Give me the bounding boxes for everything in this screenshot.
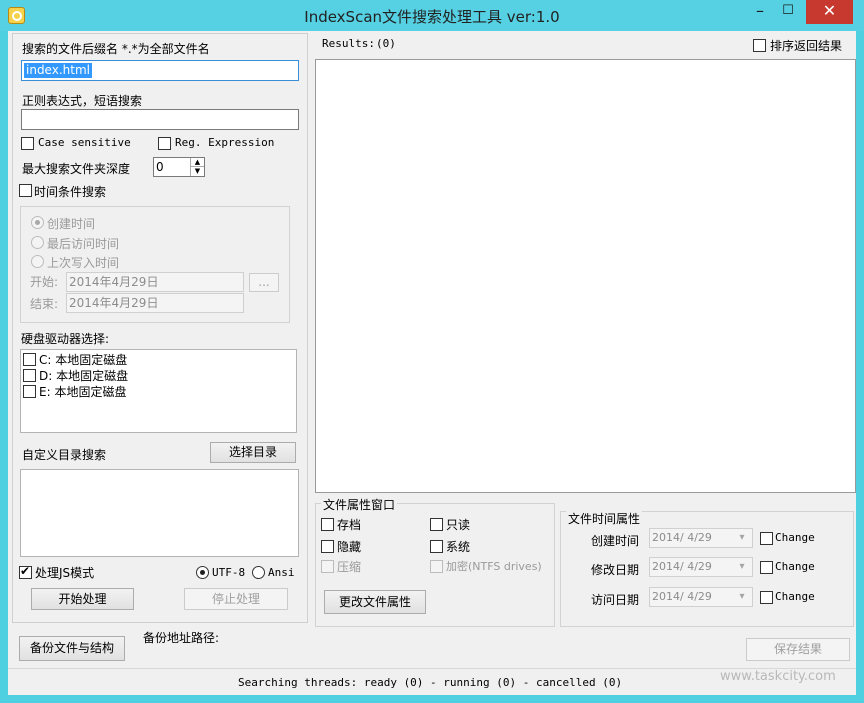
modified-change-label: Change bbox=[775, 560, 815, 573]
close-button[interactable]: ✕ bbox=[806, 0, 853, 24]
end-label: 结束: bbox=[30, 297, 59, 311]
choose-dir-button[interactable]: 选择目录 bbox=[210, 442, 296, 463]
drives-list: C: 本地固定磁盘 D: 本地固定磁盘 E: 本地固定磁盘 bbox=[20, 349, 297, 433]
results-label: Results: bbox=[322, 37, 375, 50]
start-date-picker[interactable]: 2014年4月29日 bbox=[66, 272, 244, 292]
ansi-radio[interactable] bbox=[252, 566, 265, 579]
regex-input[interactable] bbox=[21, 109, 299, 130]
app-window: IndexScan文件搜索处理工具 ver:1.0 – ☐ ✕ 搜索的文件后缀名… bbox=[0, 0, 864, 703]
stepper-down-icon[interactable]: ▼ bbox=[190, 167, 204, 176]
backup-button[interactable]: 备份文件与结构 bbox=[19, 636, 125, 661]
encrypted-checkbox[interactable] bbox=[430, 560, 443, 573]
drive-e-label: E: 本地固定磁盘 bbox=[39, 385, 127, 399]
sort-results-label: 排序返回结果 bbox=[770, 39, 843, 53]
drives-label: 硬盘驱动器选择: bbox=[21, 332, 110, 346]
readonly-label: 只读 bbox=[446, 518, 471, 532]
stepper-up-icon[interactable]: ▲ bbox=[190, 158, 204, 167]
time-option-label: 创建时间 bbox=[47, 217, 96, 231]
compressed-label: 压缩 bbox=[337, 560, 362, 574]
accessed-date-value: 2014/ 4/29 bbox=[652, 590, 712, 603]
modified-change-checkbox[interactable] bbox=[760, 561, 773, 574]
accessed-time-label: 访问日期 bbox=[591, 593, 640, 607]
time-radio-created[interactable] bbox=[31, 216, 44, 229]
suffix-value: index.html bbox=[24, 63, 92, 78]
archive-label: 存档 bbox=[337, 518, 362, 532]
suffix-input[interactable]: index.html bbox=[21, 60, 299, 81]
regex-label: 正则表达式，短语搜索 bbox=[22, 94, 143, 108]
accessed-change-checkbox[interactable] bbox=[760, 591, 773, 604]
modified-date-picker[interactable]: 2014/ 4/29 ▾ bbox=[649, 557, 753, 577]
start-button[interactable]: 开始处理 bbox=[31, 588, 134, 610]
reg-expression-label: Reg. Expression bbox=[175, 136, 275, 149]
reg-expression-checkbox[interactable] bbox=[158, 137, 171, 150]
readonly-checkbox[interactable] bbox=[430, 518, 443, 531]
drive-c-label: C: 本地固定磁盘 bbox=[39, 353, 128, 367]
created-change-checkbox[interactable] bbox=[760, 532, 773, 545]
watermark-text: www.taskcity.com bbox=[720, 669, 836, 684]
time-radio-accessed[interactable] bbox=[31, 236, 44, 249]
accessed-date-picker[interactable]: 2014/ 4/29 ▾ bbox=[649, 587, 753, 607]
compressed-checkbox[interactable] bbox=[321, 560, 334, 573]
js-mode-checkbox[interactable]: ✔ bbox=[19, 564, 32, 579]
case-sensitive-checkbox[interactable] bbox=[21, 137, 34, 150]
calendar-dropdown-icon: ▾ bbox=[739, 532, 745, 543]
backup-path-label: 备份地址路径: bbox=[143, 631, 220, 645]
start-label: 开始: bbox=[30, 275, 59, 289]
file-attributes-title: 文件属性窗口 bbox=[321, 496, 398, 513]
calendar-dropdown-icon: ▾ bbox=[739, 591, 745, 602]
change-attributes-button[interactable]: 更改文件属性 bbox=[324, 590, 426, 614]
system-label: 系统 bbox=[446, 540, 471, 554]
system-checkbox[interactable] bbox=[430, 540, 443, 553]
depth-stepper[interactable]: 0 ▲ ▼ bbox=[153, 157, 205, 177]
custom-dir-list[interactable] bbox=[20, 469, 299, 557]
date-ellipsis-button[interactable]: ... bbox=[249, 273, 279, 292]
save-results-button[interactable]: 保存结果 bbox=[746, 638, 850, 661]
archive-checkbox[interactable] bbox=[321, 518, 334, 531]
custom-dir-label: 自定义目录搜索 bbox=[22, 448, 107, 462]
results-count: (0) bbox=[376, 37, 396, 50]
time-option-label: 上次写入时间 bbox=[47, 256, 120, 270]
maximize-button[interactable]: ☐ bbox=[775, 0, 801, 24]
status-text: Searching threads: ready (0) - running (… bbox=[238, 676, 623, 689]
time-search-checkbox[interactable] bbox=[19, 184, 32, 197]
minimize-button[interactable]: – bbox=[747, 0, 773, 24]
suffix-label: 搜索的文件后缀名 *.*为全部文件名 bbox=[22, 42, 210, 56]
window-title: IndexScan文件搜索处理工具 ver:1.0 bbox=[304, 8, 560, 26]
hidden-label: 隐藏 bbox=[337, 540, 362, 554]
stop-button[interactable]: 停止处理 bbox=[184, 588, 288, 610]
depth-value: 0 bbox=[156, 160, 164, 174]
created-time-label: 创建时间 bbox=[591, 534, 640, 548]
hidden-checkbox[interactable] bbox=[321, 540, 334, 553]
modified-date-value: 2014/ 4/29 bbox=[652, 560, 712, 573]
depth-label: 最大搜索文件夹深度 bbox=[22, 162, 131, 176]
drive-e-checkbox[interactable] bbox=[23, 385, 36, 398]
check-icon: ✔ bbox=[20, 564, 31, 578]
calendar-dropdown-icon: ▾ bbox=[739, 561, 745, 572]
time-radio-written[interactable] bbox=[31, 255, 44, 268]
encrypted-label: 加密(NTFS drives) bbox=[446, 560, 542, 573]
created-date-value: 2014/ 4/29 bbox=[652, 531, 712, 544]
ansi-label: Ansi bbox=[268, 566, 295, 579]
drive-c-checkbox[interactable] bbox=[23, 353, 36, 366]
time-option-label: 最后访问时间 bbox=[47, 237, 120, 251]
results-list[interactable] bbox=[315, 59, 856, 493]
drive-d-label: D: 本地固定磁盘 bbox=[39, 369, 129, 383]
utf8-radio[interactable] bbox=[196, 566, 209, 579]
utf8-label: UTF-8 bbox=[212, 566, 246, 579]
case-sensitive-label: Case sensitive bbox=[38, 136, 131, 149]
time-attributes-title: 文件时间属性 bbox=[566, 510, 643, 527]
end-date-picker[interactable]: 2014年4月29日 bbox=[66, 293, 244, 313]
created-date-picker[interactable]: 2014/ 4/29 ▾ bbox=[649, 528, 753, 548]
client-area: 搜索的文件后缀名 *.*为全部文件名 index.html 正则表达式，短语搜索… bbox=[8, 31, 856, 695]
drive-d-checkbox[interactable] bbox=[23, 369, 36, 382]
accessed-change-label: Change bbox=[775, 590, 815, 603]
created-change-label: Change bbox=[775, 531, 815, 544]
sort-results-checkbox[interactable] bbox=[753, 39, 766, 52]
title-bar[interactable]: IndexScan文件搜索处理工具 ver:1.0 – ☐ ✕ bbox=[0, 0, 864, 31]
modified-time-label: 修改日期 bbox=[591, 563, 640, 577]
time-search-label: 时间条件搜索 bbox=[34, 185, 107, 199]
js-mode-label: 处理JS模式 bbox=[35, 566, 95, 580]
